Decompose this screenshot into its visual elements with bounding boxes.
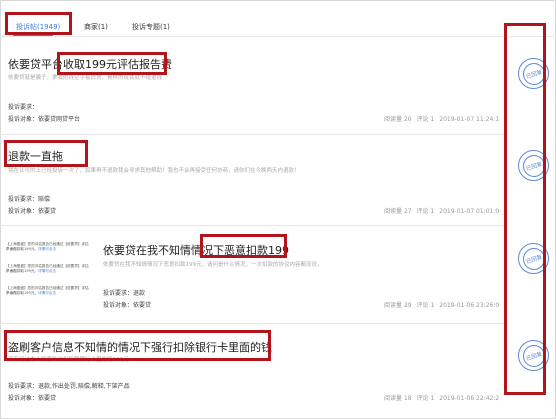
highlight-box-tab [5, 12, 72, 35]
complaint-stats: 阅读量 18 评论 1 2019-01-06 22:42:2 [384, 393, 504, 402]
complaint-summary: 依要贷在我不知情情况下恶意扣款199元，请问是什么情况，一次扣款的协议内容都没说… [103, 262, 323, 268]
post-time: 2019-01-07 11:24:1 [439, 116, 500, 123]
complaint-stats: 阅读量 20 评论 1 2019-01-07 11:24:1 [384, 114, 504, 123]
view-count: 阅读量 27 [384, 208, 412, 215]
thumbnail-text-line: 户卡内扣取199元，详情可点击 [6, 269, 56, 273]
comment-count: 评论 1 [416, 395, 435, 402]
tab-bar: 投诉帖(1949) 商家(1) 投诉专题(1) [0, 0, 556, 40]
complaint-stats: 阅读量 29 评论 1 2019-01-06 23:26:0 [384, 300, 504, 309]
comment-count: 评论 1 [416, 116, 435, 123]
complaint-demand: 投诉要求：退款 [103, 290, 146, 297]
post-time: 2019-01-07 01:01:0 [439, 208, 500, 215]
complaint-demand: 投诉要求： [8, 104, 39, 111]
complaint-target: 投诉对象：依要贷 [8, 208, 57, 215]
comment-count: 评论 1 [416, 302, 435, 309]
complaint-summary: 我在认可的上已经投诉一次了，如果再不退款我会寻求其他帮助！我也不会再接受任何协商… [8, 168, 300, 174]
complaint-target: 投诉对象：依要贷 [8, 395, 57, 402]
complaint-demand: 投诉要求：退款,作出处罚,赔偿,解释,下架产品 [8, 383, 130, 390]
comment-count: 评论 1 [416, 208, 435, 215]
thumbnail-text-line: 户卡内扣取199元，详情可点击 [6, 247, 56, 251]
view-count: 阅读量 18 [384, 395, 412, 402]
highlight-box-stamps [504, 23, 546, 395]
item-divider [0, 323, 505, 324]
highlight-box-title-3 [200, 234, 287, 258]
tab-divider [0, 36, 556, 37]
complaint-thumbnail[interactable]: 【上海盈盛】您的评估报告已经通过【依要贷】评估平台在 户卡内扣取199元，详情可… [6, 242, 94, 322]
view-count: 阅读量 20 [384, 116, 412, 123]
post-time: 2019-01-06 22:42:2 [439, 395, 500, 402]
tab-merchants[interactable]: 商家(1) [84, 22, 108, 32]
thumbnail-text-line: 户卡内扣取199元，详情可点击 [6, 291, 56, 295]
view-count: 阅读量 29 [384, 302, 412, 309]
item-divider [0, 134, 505, 135]
highlight-box-title-1 [57, 52, 167, 75]
highlight-box-title-2 [4, 140, 88, 167]
complaint-target: 投诉对象：依要贷网贷平台 [8, 116, 81, 123]
post-time: 2019-01-06 23:26:0 [439, 302, 500, 309]
highlight-box-title-4 [4, 330, 271, 361]
item-divider [0, 225, 505, 226]
complaint-demand: 投诉要求：赔偿 [8, 196, 51, 203]
tab-topics[interactable]: 投诉专题(1) [132, 22, 170, 32]
complaint-target: 投诉对象：依要贷 [103, 302, 152, 309]
complaint-stats: 阅读量 27 评论 1 2019-01-07 01:01:0 [384, 206, 504, 215]
